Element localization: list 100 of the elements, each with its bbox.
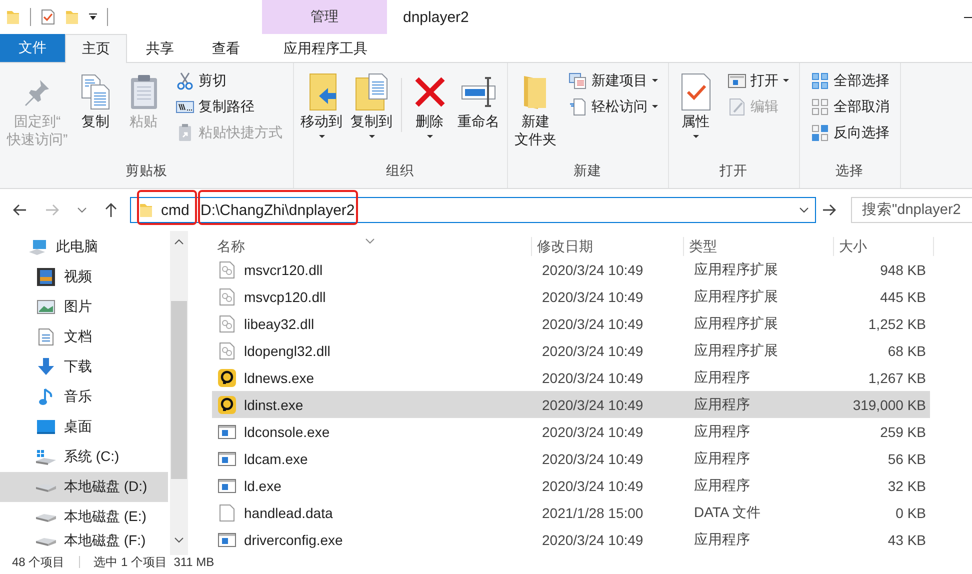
ribbon-tab[interactable]: 查看 — [193, 34, 259, 63]
scroll-up-icon[interactable] — [174, 239, 184, 245]
file-row[interactable]: ldconsole.exe 2020/3/24 10:49 应用程序 259 KB — [212, 418, 930, 445]
caret-icon[interactable] — [368, 135, 375, 138]
table-cell-text: 应用程序 — [693, 422, 751, 440]
table-cell-text: 应用程序扩展 — [693, 314, 779, 332]
arrow-right-icon[interactable] — [822, 204, 836, 216]
ribbon-button[interactable]: 复制到 — [348, 68, 396, 162]
chevron-down-icon[interactable] — [799, 207, 809, 213]
file-icon — [219, 504, 235, 522]
ribbon-tab[interactable]: 共享 — [127, 34, 193, 63]
ribbon-tab[interactable]: 主页 — [65, 34, 127, 63]
sidebar-item[interactable]: 本地磁盘 (D:) — [0, 472, 168, 502]
ribbon-button[interactable]: 复制 — [72, 68, 119, 162]
sidebar-item[interactable]: 音乐 — [0, 382, 168, 412]
sidebar-item[interactable]: 图片 — [0, 292, 168, 322]
sidebar-item[interactable]: 系统 (C:) — [0, 442, 168, 472]
sidebar-item[interactable]: 此电脑 — [0, 232, 168, 262]
file-row[interactable]: handlead.data 2021/1/28 15:00 DATA 文件 0 KB — [212, 499, 930, 526]
file-row[interactable]: ldnews.exe 2020/3/24 10:49 应用程序 1,267 KB — [212, 364, 930, 391]
ribbon-button[interactable]: 复制路径 — [172, 94, 285, 119]
address-text: cmd D:\ChangZhi\dnplayer2 — [161, 202, 356, 218]
table-cell-text: 应用程序扩展 — [693, 288, 779, 306]
sidebar-item[interactable]: 本地磁盘 (E:) — [0, 502, 168, 532]
ribbon-button[interactable]: 反向选择 — [808, 120, 892, 145]
sort-icon[interactable] — [365, 238, 375, 244]
picture-icon — [37, 300, 55, 314]
table-cell-text: 319,000 KB — [852, 396, 926, 412]
column-header[interactable]: 修改日期 — [532, 237, 684, 256]
chevron-down-icon[interactable] — [77, 207, 87, 213]
window-title: dnplayer2 — [402, 8, 470, 26]
new-item-icon — [568, 72, 587, 88]
caret-icon[interactable] — [318, 135, 325, 138]
table-cell-text: 2020/3/24 10:49 — [541, 478, 644, 494]
sidebar-item[interactable]: 本地磁盘 (F:) — [0, 532, 168, 549]
file-row[interactable]: driverconfig.exe 2020/3/24 10:49 应用程序 43 KB — [212, 526, 930, 553]
table-cell-text: 2020/3/24 10:49 — [541, 450, 644, 466]
group-label: 打开 — [718, 162, 749, 180]
scroll-down-icon[interactable] — [174, 537, 184, 543]
file-row[interactable]: ldinst.exe 2020/3/24 10:49 应用程序 319,000 KB — [212, 391, 930, 418]
table-cell-text: 2020/3/24 10:49 — [541, 342, 644, 358]
caret-icon[interactable] — [782, 79, 789, 82]
back-icon[interactable] — [13, 204, 27, 216]
caret-icon[interactable] — [426, 135, 433, 138]
table-cell-text: 32 KB — [886, 478, 926, 494]
item-count: 48 个项目 — [12, 555, 65, 569]
address-field[interactable]: cmd D:\ChangZhi\dnplayer2 — [130, 197, 816, 223]
scrollbar[interactable] — [170, 231, 188, 555]
caret-icon[interactable] — [692, 135, 699, 138]
table-cell-text: 0 KB — [894, 504, 926, 520]
file-row[interactable]: ldopengl32.dll 2020/3/24 10:49 应用程序扩展 68 KB — [212, 337, 930, 364]
music-note-icon — [39, 388, 53, 406]
column-header[interactable]: 名称 — [212, 237, 532, 256]
search-field[interactable]: 搜索"dnplayer2 — [851, 197, 972, 223]
app-icon — [218, 368, 236, 386]
rename-icon — [460, 76, 497, 108]
group-label: 选择 — [834, 162, 865, 180]
ribbon-button[interactable]: 属性 — [672, 68, 719, 162]
file-menu-tab[interactable]: 文件 — [0, 34, 65, 62]
file-icon — [219, 260, 235, 278]
sidebar-item[interactable]: 文档 — [0, 322, 168, 352]
file-row[interactable]: ldcam.exe 2020/3/24 10:49 应用程序 56 KB — [212, 445, 930, 472]
program-icon — [218, 532, 236, 546]
ribbon-button[interactable]: 删除 — [406, 68, 453, 162]
ribbon-button[interactable]: 打开 — [724, 68, 791, 93]
caret-icon[interactable] — [652, 79, 658, 82]
ribbon-button[interactable]: 全部选择 — [808, 68, 892, 93]
file-row[interactable]: msvcp120.dll 2020/3/24 10:49 应用程序扩展 445 KB — [212, 283, 930, 310]
table-cell-text: 应用程序 — [693, 476, 751, 494]
copy-folder-icon — [354, 73, 389, 111]
file-name: msvcp120.dll — [244, 288, 326, 304]
ribbon-button[interactable]: 全部取消 — [808, 94, 892, 119]
ribbon-button[interactable]: 剪切 — [172, 68, 285, 93]
caret-icon[interactable] — [652, 105, 658, 108]
dropdown-icon[interactable] — [89, 13, 97, 21]
file-name: ldconsole.exe — [244, 424, 330, 440]
scrollbar-thumb[interactable] — [171, 301, 187, 479]
table-cell-text: 1,252 KB — [867, 316, 926, 332]
sidebar-item[interactable]: 下载 — [0, 352, 168, 382]
ribbon-button[interactable]: 新建项目 — [566, 68, 660, 93]
ribbon-button[interactable]: 轻松访问 — [566, 94, 660, 119]
column-header[interactable]: 大小 — [834, 237, 934, 256]
file-row[interactable]: libeay32.dll 2020/3/24 10:49 应用程序扩展 1,252 KB — [212, 310, 930, 337]
column-header[interactable]: 类型 — [684, 237, 834, 256]
table-cell-text: 2020/3/24 10:49 — [541, 424, 644, 440]
ribbon-button[interactable]: 移动到 — [298, 68, 346, 162]
ribbon-tab[interactable]: 应用程序工具 — [263, 34, 388, 63]
properties-icon[interactable] — [41, 9, 55, 25]
file-row[interactable]: msvcr120.dll 2020/3/24 10:49 应用程序扩展 948 KB — [212, 256, 930, 283]
ribbon-button[interactable]: 新建 文件夹 — [512, 68, 560, 162]
drive-icon — [36, 449, 56, 465]
file-name: handlead.data — [244, 504, 333, 520]
up-icon[interactable] — [105, 203, 117, 217]
table-cell-text: 259 KB — [879, 424, 926, 440]
sidebar-item[interactable]: 桌面 — [0, 412, 168, 442]
program-icon — [218, 424, 236, 438]
minimize-icon[interactable] — [964, 16, 972, 18]
ribbon-button[interactable]: 重命名 — [454, 68, 503, 162]
sidebar-item[interactable]: 视频 — [0, 262, 168, 292]
file-row[interactable]: ld.exe 2020/3/24 10:49 应用程序 32 KB — [212, 472, 930, 499]
